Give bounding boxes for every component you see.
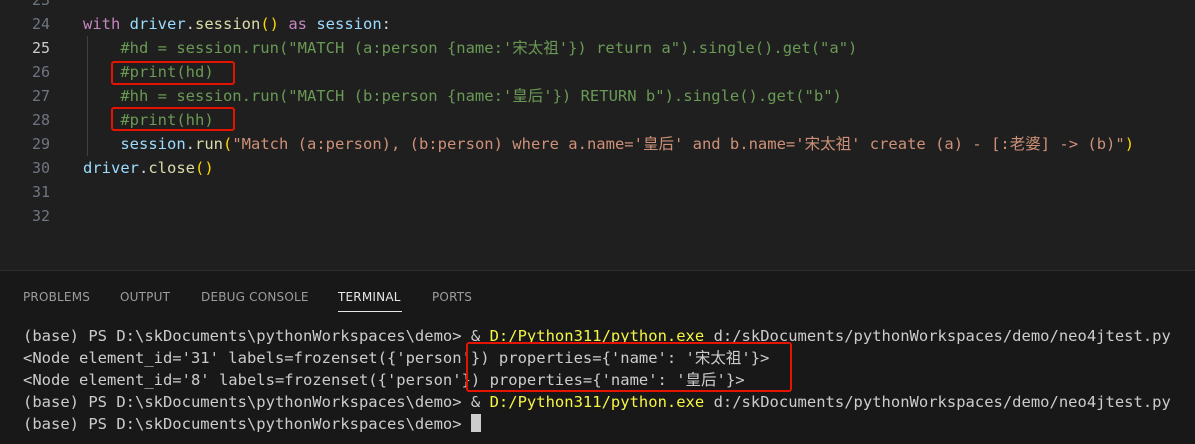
terminal-line: (base) PS D:\skDocuments\pythonWorkspace… (23, 391, 1171, 413)
code-token: #hh = session.run("MATCH (b:person {name… (83, 87, 842, 105)
annotation-box-print-hh (111, 107, 235, 131)
code-token: () (260, 15, 279, 33)
line-number: 29 (31, 135, 50, 153)
code-token: driver (83, 159, 139, 177)
code-line: 32 (0, 204, 1195, 228)
code-text: session.run("Match (a:person), (b:person… (83, 132, 1134, 156)
line-number: 25 (31, 39, 50, 57)
code-token: session (195, 15, 261, 33)
terminal-prompt: (base) PS D:\skDocuments\pythonWorkspace… (23, 415, 471, 433)
annotation-box-properties (466, 342, 792, 392)
terminal-cursor (470, 414, 481, 432)
code-token: close (148, 159, 196, 177)
code-token: session (83, 135, 186, 153)
code-token: driver (120, 15, 186, 33)
code-token: : (381, 15, 391, 33)
bottom-panel: PROBLEMS OUTPUT DEBUG CONSOLE TERMINAL P… (0, 270, 1195, 444)
code-token: . (139, 159, 149, 177)
code-token: . (185, 135, 195, 153)
line-number: 24 (31, 15, 50, 33)
annotation-box-print-hd (111, 61, 235, 85)
code-token: . (185, 15, 195, 33)
tab-terminal[interactable]: TERMINAL (338, 290, 401, 304)
code-editor[interactable]: 23 24 with driver.session() as session: 25 … (0, 0, 1195, 270)
code-token: run (195, 135, 223, 153)
code-text: #hh = session.run("MATCH (b:person {name… (83, 84, 842, 108)
code-line: 24 with driver.session() as session: (0, 12, 1195, 36)
line-number: 32 (31, 207, 50, 225)
panel-tabs: PROBLEMS OUTPUT DEBUG CONSOLE TERMINAL P… (0, 271, 1195, 323)
code-line: 29 session.run("Match (a:person), (b:per… (0, 132, 1195, 156)
code-text: driver.close() (83, 156, 214, 180)
code-token: with (83, 15, 121, 33)
code-line: 23 (0, 0, 1195, 12)
code-line: 27 #hh = session.run("MATCH (b:person {n… (0, 84, 1195, 108)
tab-output[interactable]: OUTPUT (120, 290, 170, 304)
terminal-exe-path: D:/Python311/python.exe (489, 393, 705, 411)
code-text: with driver.session() as session: (83, 12, 391, 36)
terminal-line: (base) PS D:\skDocuments\pythonWorkspace… (23, 413, 481, 435)
line-number: 31 (31, 183, 50, 201)
line-number: 26 (31, 63, 50, 81)
tab-ports[interactable]: PORTS (432, 290, 472, 304)
terminal-script-path: d:/skDocuments/pythonWorkspaces/demo/neo… (704, 393, 1171, 411)
tab-debug-console[interactable]: DEBUG CONSOLE (201, 290, 309, 304)
code-token: ) (1124, 135, 1135, 153)
code-line: 30 driver.close() (0, 156, 1195, 180)
code-line: 31 (0, 180, 1195, 204)
code-line: 25 #hd = session.run("MATCH (a:person {n… (0, 36, 1195, 60)
code-token: () (195, 159, 214, 177)
code-token: session (316, 15, 382, 33)
terminal-prompt: (base) PS D:\skDocuments\pythonWorkspace… (23, 393, 490, 411)
line-number: 23 (31, 0, 50, 9)
code-token: ( (223, 135, 233, 153)
code-text: #hd = session.run("MATCH (a:person {name… (83, 36, 857, 60)
active-tab-indicator (338, 311, 402, 312)
code-token: "Match (a:person), (b:person) where a.na… (232, 135, 1125, 153)
terminal-prompt: (base) PS D:\skDocuments\pythonWorkspace… (23, 327, 490, 345)
code-token: as (279, 15, 317, 33)
code-token: #hd = session.run("MATCH (a:person {name… (83, 39, 858, 57)
line-number: 28 (31, 111, 50, 129)
line-number: 30 (31, 159, 50, 177)
tab-problems[interactable]: PROBLEMS (23, 290, 90, 304)
line-number: 27 (31, 87, 50, 105)
